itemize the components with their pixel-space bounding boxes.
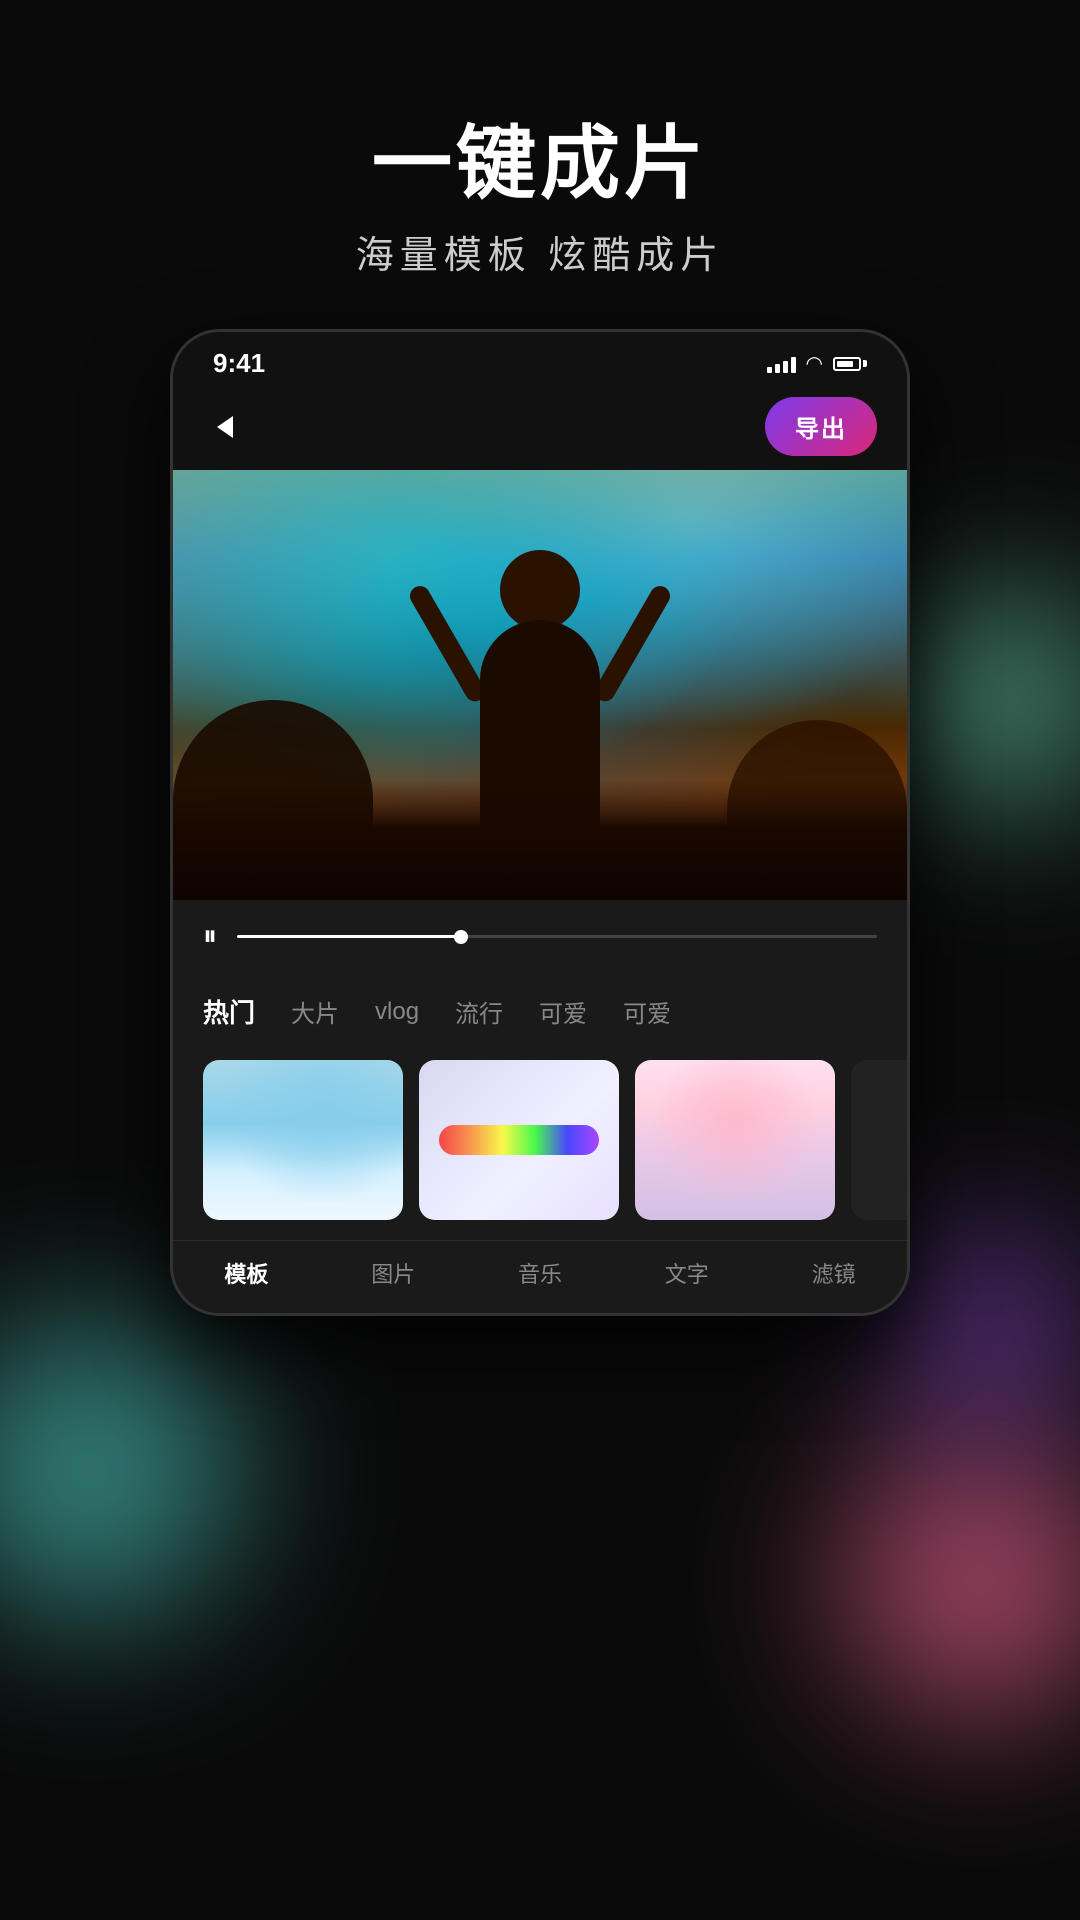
tab-hot[interactable]: 热门 (203, 989, 255, 1034)
status-icons: ◠ (767, 351, 867, 376)
export-button[interactable]: 导出 (765, 397, 877, 456)
tab-dapian[interactable]: 大片 (291, 990, 339, 1033)
nav-item-music[interactable]: 音乐 (467, 1257, 614, 1289)
nav-item-filter[interactable]: 滤镜 (760, 1257, 907, 1289)
progress-handle[interactable] (454, 930, 468, 944)
bottom-nav: 模板 图片 音乐 文字 滤镜 (173, 1240, 907, 1313)
nav-item-text[interactable]: 文字 (613, 1257, 760, 1289)
progress-fill (237, 935, 461, 938)
tab-liuxing[interactable]: 流行 (455, 990, 503, 1033)
status-time: 9:41 (213, 348, 265, 379)
tab-cute2[interactable]: 可爱 (623, 990, 671, 1033)
template-1-preview (203, 1060, 403, 1220)
signal-icon (767, 355, 796, 373)
playback-controls: ⏸ (173, 900, 907, 973)
rainbow-element (439, 1125, 599, 1155)
nav-item-picture[interactable]: 图片 (320, 1257, 467, 1289)
person-head (500, 550, 580, 630)
nav-label-template: 模板 (224, 1257, 268, 1289)
page-wrapper: 一键成片 海量模板 炫酷成片 9:41 ◠ (0, 0, 1080, 1920)
nav-label-picture: 图片 (371, 1257, 415, 1289)
hero-sub-title: 海量模板 炫酷成片 (356, 224, 725, 279)
signal-bar-1 (767, 367, 772, 373)
nav-label-filter: 滤镜 (812, 1257, 856, 1289)
hero-main-title: 一键成片 (356, 120, 725, 208)
nav-bar: 导出 (173, 389, 907, 470)
template-3-preview (635, 1060, 835, 1220)
hero-section: 一键成片 海量模板 炫酷成片 (356, 0, 725, 279)
tab-cute1[interactable]: 可爱 (539, 990, 587, 1033)
progress-bar[interactable] (237, 935, 877, 938)
wifi-icon: ◠ (806, 351, 823, 376)
nav-item-template[interactable]: 模板 (173, 1257, 320, 1289)
template-2-preview (419, 1060, 619, 1220)
signal-bar-4 (791, 357, 796, 373)
category-tabs: 热门 大片 vlog 流行 可爱 可爱 (173, 973, 907, 1050)
template-1[interactable] (203, 1060, 403, 1220)
video-player[interactable] (173, 470, 907, 900)
tab-vlog[interactable]: vlog (375, 994, 419, 1030)
template-2[interactable] (419, 1060, 619, 1220)
signal-bar-2 (775, 364, 780, 373)
template-4[interactable] (851, 1060, 907, 1220)
nav-label-text: 文字 (665, 1257, 709, 1289)
video-scene (173, 470, 907, 900)
phone-mockup: 9:41 ◠ (170, 329, 910, 1316)
crowd-overlay (173, 780, 907, 900)
back-arrow-icon (217, 416, 233, 438)
signal-bar-3 (783, 361, 788, 373)
pause-button[interactable]: ⏸ (203, 920, 217, 953)
template-3[interactable] (635, 1060, 835, 1220)
battery-icon (833, 357, 867, 371)
templates-row (173, 1050, 907, 1240)
status-bar: 9:41 ◠ (173, 332, 907, 389)
nav-label-music: 音乐 (518, 1257, 562, 1289)
back-button[interactable] (203, 405, 247, 449)
pause-icon: ⏸ (203, 920, 217, 951)
